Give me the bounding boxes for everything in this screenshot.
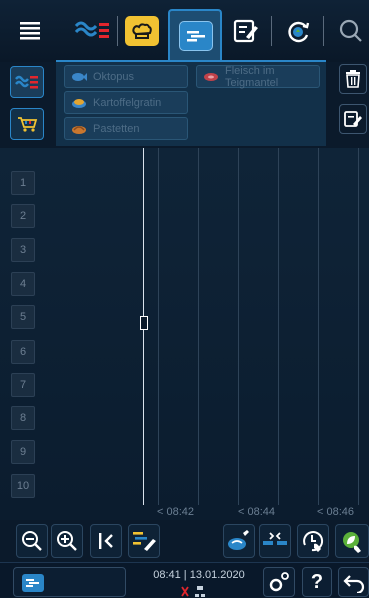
clean-icon xyxy=(228,530,249,550)
time-gridline xyxy=(278,148,279,505)
time-gridline xyxy=(238,148,239,505)
time-label: < 08:46 xyxy=(317,506,355,518)
clock: 08:41 | 13.01.2020 xyxy=(153,569,245,581)
tab-edit[interactable] xyxy=(226,9,266,53)
rack-slot[interactable]: 8 xyxy=(11,406,35,430)
rack-slot[interactable]: 9 xyxy=(11,440,35,464)
tab-chef[interactable] xyxy=(122,9,162,53)
rack-slot[interactable]: 6 xyxy=(11,340,35,364)
meat-icon xyxy=(204,73,218,81)
edit-button[interactable] xyxy=(339,104,367,134)
footer-bar: 08:41 | 13.01.2020 ? xyxy=(0,562,369,597)
menu-icon xyxy=(20,22,40,40)
timeline-area[interactable] xyxy=(0,148,369,520)
time-gridline xyxy=(198,148,199,505)
hot-dishes-filter-button[interactable] xyxy=(10,66,44,98)
tab-cleaning[interactable] xyxy=(278,9,318,53)
nav-separator xyxy=(323,16,324,46)
timer-button[interactable] xyxy=(297,524,329,558)
shopping-cart-icon xyxy=(18,117,38,132)
shopping-cart-button[interactable] xyxy=(10,108,44,140)
trash-icon xyxy=(346,70,360,88)
active-program-button[interactable] xyxy=(13,567,126,597)
search-icon xyxy=(339,19,362,42)
split-button[interactable] xyxy=(259,524,291,558)
time-gridline xyxy=(158,148,159,505)
rack-slot[interactable]: 10 xyxy=(11,474,35,498)
time-gridline xyxy=(358,148,359,505)
eco-leaf-icon xyxy=(343,532,361,553)
rack-slot[interactable]: 3 xyxy=(11,238,35,262)
recipe-panel: Oktopus Fleisch im Teigmantel Kartoffelg… xyxy=(56,60,326,146)
search-button[interactable] xyxy=(330,9,369,53)
split-icon xyxy=(263,532,287,545)
recipe-label: Kartoffelgratin xyxy=(93,96,162,109)
rack-slot[interactable]: 1 xyxy=(11,171,35,195)
help-icon: ? xyxy=(310,570,324,593)
schedule-edit-icon xyxy=(133,532,156,551)
help-button[interactable]: ? xyxy=(302,567,332,597)
rack-slot[interactable]: 4 xyxy=(11,272,35,296)
network-status-icon xyxy=(181,586,205,597)
hot-dishes-icon xyxy=(15,75,38,89)
recipe-item[interactable]: Kartoffelgratin xyxy=(64,91,188,114)
time-label: < 08:44 xyxy=(238,506,276,518)
edit-icon xyxy=(233,19,258,43)
top-navigation xyxy=(0,0,369,62)
schedule-icon xyxy=(22,574,44,592)
nav-separator xyxy=(117,16,118,46)
recipe-item[interactable]: Oktopus xyxy=(64,65,188,88)
nav-separator xyxy=(271,16,272,46)
gratin-icon xyxy=(72,99,86,108)
back-arrow-icon xyxy=(342,575,364,593)
rack-slot[interactable]: 7 xyxy=(11,373,35,397)
edit-schedule-button[interactable] xyxy=(128,524,160,558)
bottom-toolbar xyxy=(0,522,369,562)
clean-button[interactable] xyxy=(223,524,255,558)
menu-button[interactable] xyxy=(10,9,50,53)
timer-icon xyxy=(303,531,324,552)
rack-slot[interactable]: 2 xyxy=(11,204,35,228)
zoom-out-icon xyxy=(22,531,42,551)
zoom-in-icon xyxy=(57,531,77,551)
recipe-label: Fleisch im Teigmantel xyxy=(225,64,279,89)
left-side-buttons xyxy=(10,62,46,150)
zoom-out-button[interactable] xyxy=(16,524,48,558)
settings-gear-icon xyxy=(269,572,289,592)
recipe-label: Oktopus xyxy=(93,70,134,83)
cleaning-cycle-icon xyxy=(288,21,310,43)
hot-dishes-icon xyxy=(74,21,109,38)
chef-hat-icon xyxy=(125,16,159,46)
schedule-icon xyxy=(179,21,213,51)
pastry-icon xyxy=(72,126,86,134)
recipe-label: Pastetten xyxy=(93,122,140,135)
eco-button[interactable] xyxy=(335,524,369,558)
right-side-buttons xyxy=(339,62,367,144)
delete-button[interactable] xyxy=(339,64,367,94)
jump-to-start-icon xyxy=(99,533,113,549)
recipe-item[interactable]: Fleisch im Teigmantel xyxy=(196,64,320,89)
back-button[interactable] xyxy=(338,567,369,597)
rack-slot[interactable]: 5 xyxy=(11,305,35,329)
current-time-handle[interactable] xyxy=(140,316,148,330)
fish-icon xyxy=(72,73,87,81)
zoom-in-button[interactable] xyxy=(51,524,83,558)
jump-to-now-button[interactable] xyxy=(90,524,122,558)
time-label: < 08:42 xyxy=(157,506,195,518)
edit-icon xyxy=(344,111,362,127)
tab-schedule[interactable] xyxy=(176,14,216,58)
settings-button[interactable] xyxy=(263,567,295,597)
recipe-item[interactable]: Pastetten xyxy=(64,117,188,140)
tab-hot-dishes[interactable] xyxy=(68,9,116,53)
time-gridline xyxy=(318,148,319,505)
